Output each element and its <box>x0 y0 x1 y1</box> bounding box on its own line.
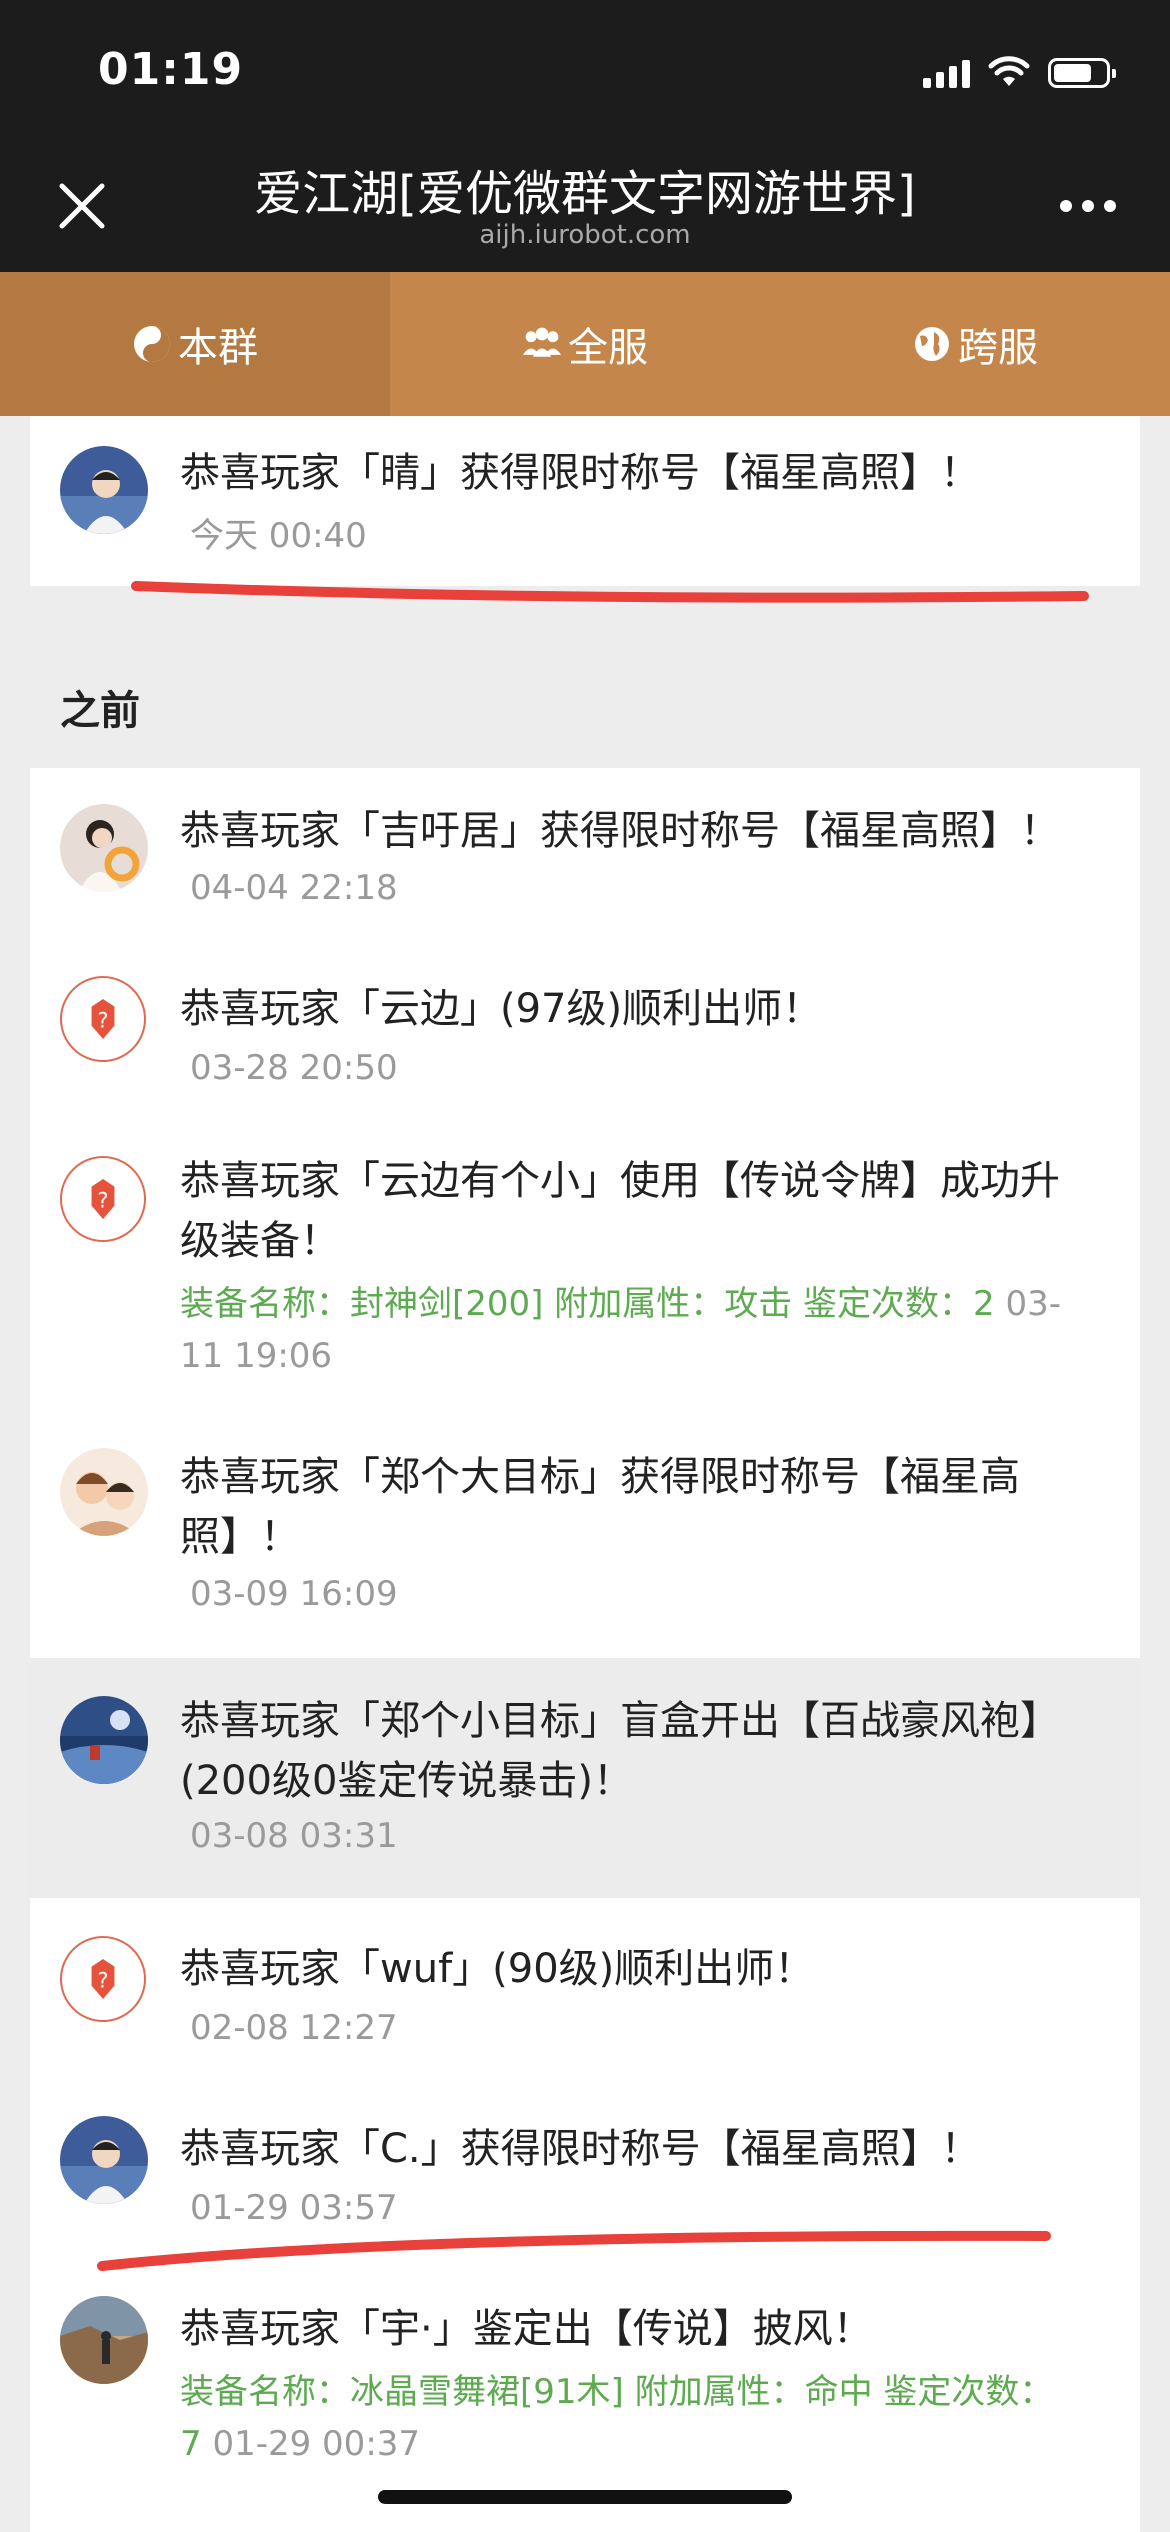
timestamp: 02-08 12:27 <box>190 2008 398 2048</box>
list-item[interactable]: 恭喜玩家「吉吁居」获得限时称号【福星高照】！ 04-04 22:18 <box>30 768 1140 938</box>
list-item[interactable]: ? 恭喜玩家「wuf」(90级)顺利出师！ 02-08 12:27 <box>30 1898 1140 2078</box>
timestamp: 今天 00:40 <box>190 516 367 556</box>
timestamp: 03-28 20:50 <box>190 1048 398 1088</box>
message-text: 恭喜玩家「郑个小目标」盲盒开出【百战豪风袍】 <box>180 1698 1060 1744</box>
list-item[interactable]: 恭喜玩家「晴」获得限时称号【福星高照】！ 今天 00:40 <box>30 416 1140 586</box>
battery-icon <box>1048 58 1116 88</box>
equipment-detail: 7 01-29 00:37 <box>180 2424 420 2464</box>
section-title: 之前 <box>60 688 140 734</box>
list-item[interactable]: 恭喜玩家「郑个大目标」获得限时称号【福星高 照】！ 03-09 16:09 <box>30 1418 1140 1658</box>
equipment-detail-text: 7 <box>180 2424 202 2464</box>
message-text: 恭喜玩家「郑个大目标」获得限时称号【福星高 <box>180 1454 1020 1500</box>
tab-this-group[interactable]: 本群 <box>0 272 390 416</box>
message-text: 恭喜玩家「C.」获得限时称号【福星高照】！ <box>180 2126 981 2172</box>
svg-text:?: ? <box>97 1189 108 1213</box>
avatar <box>60 2296 148 2384</box>
avatar <box>60 804 148 892</box>
message-text: 恭喜玩家「云边」(97级)顺利出师！ <box>180 986 823 1032</box>
timestamp: 01-29 03:57 <box>190 2188 398 2228</box>
list-item[interactable]: 恭喜玩家「C.」获得限时称号【福星高照】！ 01-29 03:57 <box>30 2078 1140 2258</box>
message-text: 恭喜玩家「吉吁居」获得限时称号【福星高照】！ <box>180 808 1060 854</box>
page-title: 爱江湖[爱优微群文字网游世界] <box>254 166 916 222</box>
avatar <box>60 1696 148 1784</box>
tab-cross-server[interactable]: 跨服 <box>780 272 1170 416</box>
list-item[interactable]: ? 恭喜玩家「云边有个小」使用【传说令牌】成功升 级装备！ 装备名称：封神剑[2… <box>30 1118 1140 1418</box>
message-text: 恭喜玩家「晴」获得限时称号【福星高照】！ <box>180 450 980 496</box>
today-card: 恭喜玩家「晴」获得限时称号【福星高照】！ 今天 00:40 <box>30 416 1140 586</box>
avatar <box>60 446 148 534</box>
message-text: 恭喜玩家「云边有个小」使用【传说令牌】成功升 <box>180 1158 1060 1204</box>
equipment-detail-text: 装备名称：封神剑[200] 附加属性：攻击 鉴定次数：2 <box>180 1284 995 1324</box>
tab-all-servers[interactable]: 全服 <box>390 272 780 416</box>
list-item[interactable]: 恭喜玩家「郑个小目标」盲盒开出【百战豪风袍】 (200级0鉴定传说暴击)！ 03… <box>30 1658 1140 1898</box>
equipment-detail: 装备名称：冰晶雪舞裙[91木] 附加属性：命中 鉴定次数： <box>180 2364 1053 2413</box>
tab-bar: 本群 全服 跨服 <box>0 272 1170 416</box>
message-text: (200级0鉴定传说暴击)！ <box>180 1758 634 1804</box>
list-item[interactable]: ? 恭喜玩家「云边」(97级)顺利出师！ 03-28 20:50 <box>30 938 1140 1118</box>
avatar <box>60 2116 148 2204</box>
equipment-detail-text: 装备名称：冰晶雪舞裙[91木] 附加属性：命中 鉴定次数： <box>180 2372 1054 2412</box>
tab-label: 本群 <box>178 325 258 371</box>
badge-icon: ? <box>60 1936 146 2022</box>
timestamp: 03- <box>994 1284 1062 1324</box>
timestamp: 11 19:06 <box>180 1336 333 1376</box>
badge-icon: ? <box>60 976 146 1062</box>
equipment-detail: 装备名称：封神剑[200] 附加属性：攻击 鉴定次数：2 03- <box>180 1276 1061 1325</box>
home-indicator[interactable] <box>378 2490 792 2504</box>
more-options-button[interactable] <box>1060 200 1116 212</box>
message-text: 级装备！ <box>180 1218 340 1264</box>
cellular-signal-icon <box>923 58 970 88</box>
message-text: 照】！ <box>180 1514 300 1560</box>
message-text: 恭喜玩家「wuf」(90级)顺利出师！ <box>180 1946 815 1992</box>
timestamp: 01-29 00:37 <box>201 2424 421 2464</box>
page-subtitle: aijh.iurobot.com <box>479 220 691 250</box>
svg-text:?: ? <box>97 1009 108 1033</box>
tab-label: 跨服 <box>958 325 1038 371</box>
yin-yang-icon <box>134 326 170 362</box>
wifi-icon <box>988 56 1030 86</box>
timestamp: 04-04 22:18 <box>190 868 398 908</box>
status-icons <box>923 54 1116 88</box>
message-text: 恭喜玩家「宇·」鉴定出【传说】披风！ <box>180 2306 873 2352</box>
avatar <box>60 1448 148 1536</box>
earlier-card: 恭喜玩家「吉吁居」获得限时称号【福星高照】！ 04-04 22:18 ? 恭喜玩… <box>30 768 1140 2532</box>
top-bar: 01:19 爱江湖[爱优微群文字网游世界] aijh.iurobot.com <box>0 0 1170 272</box>
timestamp: 03-09 16:09 <box>190 1574 398 1614</box>
status-time: 01:19 <box>98 44 244 95</box>
svg-text:?: ? <box>97 1969 108 1993</box>
badge-icon: ? <box>60 1156 146 1242</box>
tab-label: 全服 <box>568 325 648 371</box>
globe-icon <box>915 327 949 361</box>
timestamp: 03-08 03:31 <box>190 1816 398 1856</box>
users-icon <box>522 327 562 357</box>
